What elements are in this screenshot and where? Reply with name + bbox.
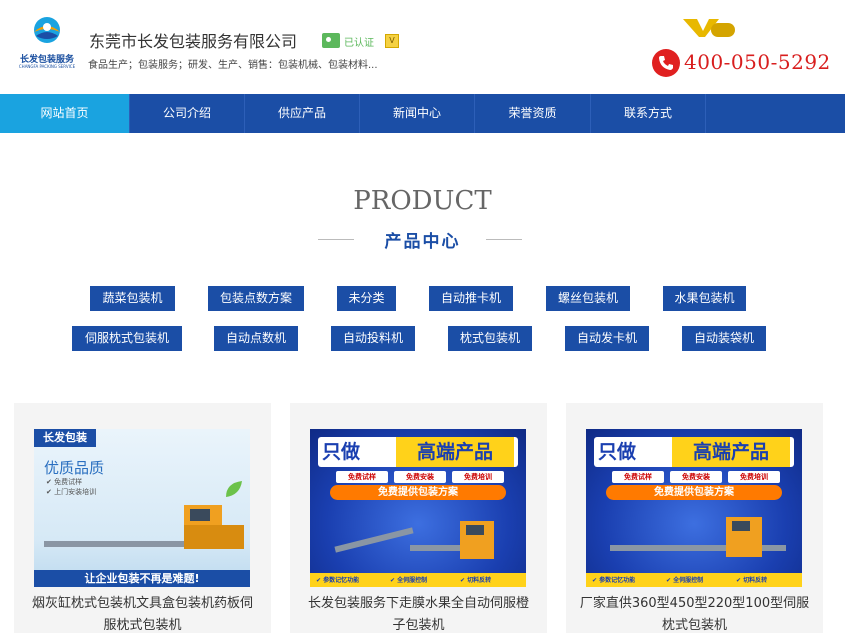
image-banner: 只做 高端产品 xyxy=(594,437,794,467)
product-card[interactable]: 只做 高端产品 免费试样 免费安装 免费培训 免费提供包装方案 ✔ 参数记忆功能… xyxy=(290,403,547,633)
nav-item-home[interactable]: 网站首页 xyxy=(0,94,130,133)
image-feature: ✔ 切料反转 xyxy=(736,577,768,584)
product-title[interactable]: 长发包装服务下走膜水果全自动伺服橙子包装机 xyxy=(290,593,547,633)
image-banner-highlight: 高端产品 xyxy=(672,437,790,467)
machine-incline-conveyor-icon xyxy=(334,527,414,553)
image-tag: 免费安装 xyxy=(394,471,446,483)
logo-subtext: CHANGFA PACKING SERVICE xyxy=(18,64,76,69)
nav-item-news[interactable]: 新闻中心 xyxy=(360,94,475,133)
category-button[interactable]: 蔬菜包装机 xyxy=(90,286,175,311)
site-header: 长发包装服务 CHANGFA PACKING SERVICE 东莞市长发包装服务… xyxy=(0,0,845,94)
category-button[interactable]: 包装点数方案 xyxy=(208,286,304,311)
image-feature: ✔ 参数记忆功能 xyxy=(592,577,636,584)
category-button[interactable]: 自动投料机 xyxy=(331,326,415,351)
image-tag: 免费试样 xyxy=(612,471,664,483)
certified-label: 已认证 xyxy=(344,38,374,49)
product-title[interactable]: 厂家直供360型450型220型100型伺服枕式包装机 xyxy=(566,593,823,633)
category-button[interactable]: 螺丝包装机 xyxy=(546,286,630,311)
category-button[interactable]: 自动装袋机 xyxy=(682,326,766,351)
image-line: ✔ 免费试样 xyxy=(46,478,83,486)
product-card[interactable]: 长发包装 优质品质 ✔ 免费试样 ✔ 上门安装培训 让企业包装不再是难题! 烟灰… xyxy=(14,403,271,633)
main-nav: 网站首页 公司介绍 供应产品 新闻中心 荣誉资质 联系方式 xyxy=(0,94,845,133)
image-tag: 免费试样 xyxy=(336,471,388,483)
logo-emblem-icon xyxy=(34,17,60,43)
v-badge[interactable]: V xyxy=(385,34,399,48)
machine-conveyor-icon xyxy=(44,541,184,547)
category-button[interactable]: 自动点数机 xyxy=(214,326,298,351)
image-banner-text: 只做 xyxy=(322,441,361,463)
category-button[interactable]: 枕式包装机 xyxy=(448,326,532,351)
image-feature-bar: ✔ 参数记忆功能 ✔ 全伺服控制 ✔ 切料反转 xyxy=(310,573,526,587)
product-title[interactable]: 烟灰缸枕式包装机文具盒包装机药板伺服枕式包装机 xyxy=(14,593,271,633)
category-button[interactable]: 水果包装机 xyxy=(663,286,746,311)
product-image[interactable]: 只做 高端产品 免费试样 免费安装 免费培训 免费提供包装方案 ✔ 参数记忆功能… xyxy=(310,429,526,587)
machine-panel-icon xyxy=(732,521,750,531)
leaf-icon xyxy=(226,481,242,497)
certified-badge[interactable]: 已认证 xyxy=(322,33,376,49)
phone-number[interactable]: 400-050-5292 xyxy=(684,50,831,74)
image-feature: ✔ 全伺服控制 xyxy=(390,577,428,584)
image-solution-pill: 免费提供包装方案 xyxy=(330,485,506,500)
machine-outfeed-icon xyxy=(762,545,786,551)
image-solution-pill: 免费提供包装方案 xyxy=(606,485,782,500)
image-tag: 免费安装 xyxy=(670,471,722,483)
id-card-icon xyxy=(322,33,340,48)
company-logo[interactable]: 长发包装服务 CHANGFA PACKING SERVICE xyxy=(12,12,82,74)
image-line: ✔ 上门安装培训 xyxy=(46,488,97,496)
section-title-en: PRODUCT xyxy=(353,186,492,216)
category-button[interactable]: 自动发卡机 xyxy=(565,326,649,351)
category-button[interactable]: 未分类 xyxy=(337,286,396,311)
machine-panel-icon xyxy=(466,525,484,535)
nav-item-honors[interactable]: 荣誉资质 xyxy=(475,94,591,133)
image-feature: ✔ 全伺服控制 xyxy=(666,577,704,584)
image-feature: ✔ 切料反转 xyxy=(460,577,492,584)
vip-logo-icon xyxy=(683,19,735,37)
product-card[interactable]: 只做 高端产品 免费试样 免费安装 免费培训 免费提供包装方案 ✔ 参数记忆功能… xyxy=(566,403,823,633)
category-button[interactable]: 伺服枕式包装机 xyxy=(72,326,182,351)
product-image[interactable]: 只做 高端产品 免费试样 免费安装 免费培训 免费提供包装方案 ✔ 参数记忆功能… xyxy=(586,429,802,587)
image-feature-bar: ✔ 参数记忆功能 ✔ 全伺服控制 ✔ 切料反转 xyxy=(586,573,802,587)
image-banner-text: 只做 xyxy=(598,441,637,463)
image-tag: 免费培训 xyxy=(452,471,504,483)
nav-item-contact[interactable]: 联系方式 xyxy=(591,94,706,133)
image-headline: 优质品质 xyxy=(44,459,105,477)
image-brand-label: 长发包装 xyxy=(34,429,96,447)
phone-icon xyxy=(652,49,680,77)
nav-item-products[interactable]: 供应产品 xyxy=(245,94,360,133)
nav-item-about[interactable]: 公司介绍 xyxy=(130,94,245,133)
machine-conveyor-icon xyxy=(610,545,740,551)
machine-base-icon xyxy=(184,525,244,549)
image-bottom-slogan: 让企业包装不再是难题! xyxy=(34,570,250,587)
image-banner-highlight: 高端产品 xyxy=(396,437,514,467)
product-image[interactable]: 长发包装 优质品质 ✔ 免费试样 ✔ 上门安装培训 让企业包装不再是难题! xyxy=(34,429,250,587)
company-name: 东莞市长发包装服务有限公司 xyxy=(89,32,298,51)
image-banner: 只做 高端产品 xyxy=(318,437,518,467)
image-tag: 免费培训 xyxy=(728,471,780,483)
category-button[interactable]: 自动推卡机 xyxy=(429,286,513,311)
machine-panel-icon xyxy=(190,509,210,521)
section-title-cn: 产品中心 xyxy=(384,232,461,252)
title-divider-right xyxy=(486,239,522,240)
image-feature: ✔ 参数记忆功能 xyxy=(316,577,360,584)
business-scope: 食品生产；包装服务；研发、生产、销售：包装机械、包装材料... xyxy=(88,60,378,71)
